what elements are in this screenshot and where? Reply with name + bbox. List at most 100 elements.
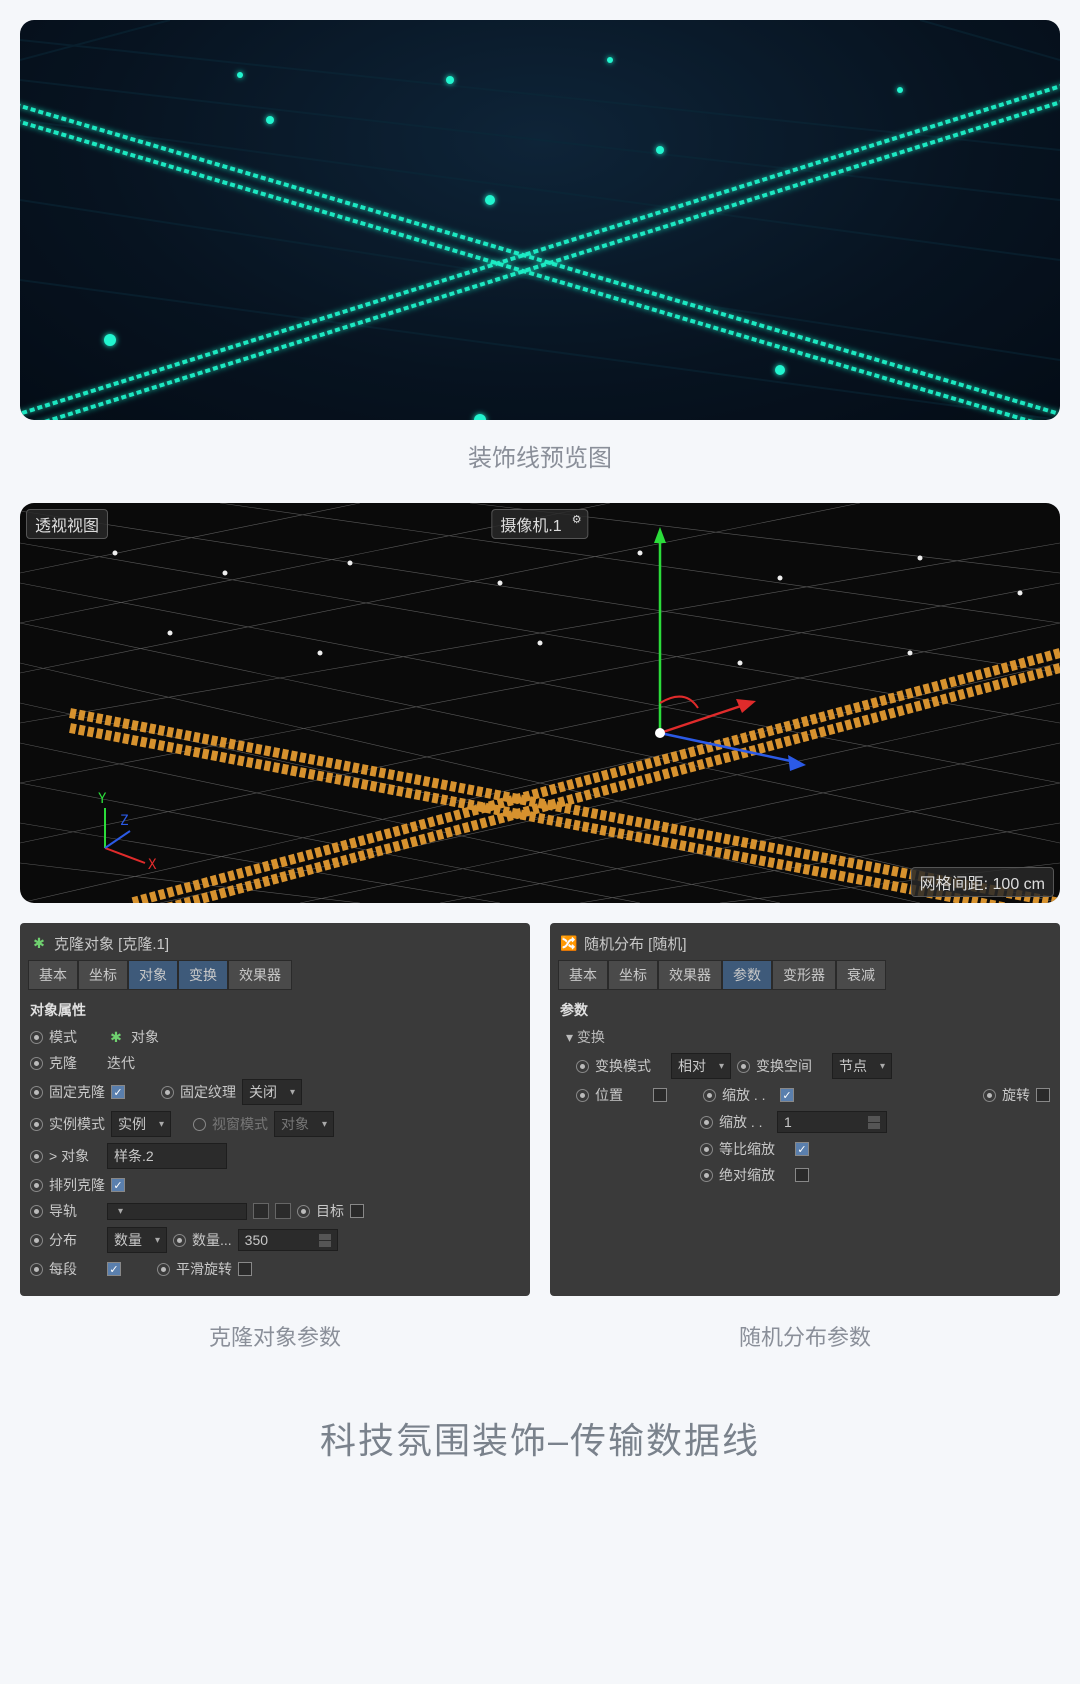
preview-caption: 装饰线预览图 (20, 438, 1060, 473)
count-radio[interactable] (173, 1234, 186, 1247)
position-radio[interactable] (576, 1089, 589, 1102)
scale2-radio[interactable] (700, 1116, 713, 1129)
array-clone-check[interactable] (111, 1178, 125, 1192)
uniform-scale-label: 等比缩放 (719, 1139, 789, 1159)
clone-label: 克隆 (49, 1053, 101, 1073)
scale2-field[interactable]: 1 (777, 1111, 887, 1133)
tab-basic[interactable]: 基本 (28, 960, 78, 990)
rtab-falloff[interactable]: 衰减 (836, 960, 886, 990)
rail-label: 导轨 (49, 1201, 101, 1221)
array-clone-label: 排列克隆 (49, 1175, 105, 1195)
viewport-view-label[interactable]: 透视视图 (26, 509, 108, 539)
random-caption: 随机分布参数 (550, 1296, 1060, 1362)
array-clone-radio[interactable] (30, 1179, 43, 1192)
random-panel: 🔀 随机分布 [随机] 基本 坐标 效果器 参数 变形器 衰减 参数 ▾ 变换 … (550, 923, 1060, 1296)
page-big-title: 科技氛围装饰–传输数据线 (20, 1412, 1060, 1464)
scale2-spinner[interactable] (868, 1116, 880, 1129)
object-label: > 对象 (49, 1146, 101, 1166)
tmode-radio[interactable] (576, 1060, 589, 1073)
property-panels: ✱ 克隆对象 [克隆.1] 基本 坐标 对象 变换 效果器 对象属性 模式 ✱ … (20, 923, 1060, 1296)
view-mode-label: 视窗模式 (212, 1114, 268, 1134)
mode-value[interactable]: 对象 (131, 1027, 159, 1047)
rtab-deformer[interactable]: 变形器 (772, 960, 836, 990)
viewport-svg: Y X Z (20, 503, 1060, 903)
fixed-texture-dropdown[interactable]: 关闭 (242, 1079, 302, 1105)
absolute-scale-radio[interactable] (700, 1169, 713, 1182)
shuffle-icon: 🔀 (560, 935, 578, 953)
tab-coord[interactable]: 坐标 (78, 960, 128, 990)
uniform-scale-check[interactable] (795, 1142, 809, 1156)
fixed-texture-radio[interactable] (161, 1086, 174, 1099)
random-panel-title: 🔀 随机分布 [随机] (558, 929, 1052, 960)
scale-label: 缩放 . . (722, 1085, 774, 1105)
tmode-dropdown[interactable]: 相对 (671, 1053, 731, 1079)
absolute-scale-check[interactable] (795, 1168, 809, 1182)
rotate-check[interactable] (1036, 1088, 1050, 1102)
fixed-clone-check[interactable] (111, 1085, 125, 1099)
viewport-grid-label: 网格间距: 100 cm (911, 867, 1054, 897)
rotate-label: 旋转 (1002, 1085, 1030, 1105)
distribute-label: 分布 (49, 1230, 101, 1250)
count-label: 数量... (192, 1230, 232, 1250)
object-radio[interactable] (30, 1150, 43, 1163)
clone-tabs: 基本 坐标 对象 变换 效果器 (28, 960, 522, 990)
svg-text:Z: Z (120, 813, 128, 829)
viewport-camera-label[interactable]: 摄像机.1 ⚙ (491, 509, 588, 539)
fixed-clone-radio[interactable] (30, 1086, 43, 1099)
rtab-params[interactable]: 参数 (722, 960, 772, 990)
tspace-radio[interactable] (737, 1060, 750, 1073)
scale-check[interactable] (780, 1088, 794, 1102)
count-field[interactable]: 350 (238, 1229, 338, 1251)
tab-transform[interactable]: 变换 (178, 960, 228, 990)
smooth-rotate-check[interactable] (238, 1262, 252, 1276)
panel-captions: 克隆对象参数 随机分布参数 (20, 1296, 1060, 1362)
clone-panel: ✱ 克隆对象 [克隆.1] 基本 坐标 对象 变换 效果器 对象属性 模式 ✱ … (20, 923, 530, 1296)
mode-icon: ✱ (107, 1028, 125, 1046)
count-spinner[interactable] (319, 1234, 331, 1247)
position-check[interactable] (653, 1088, 667, 1102)
tab-object[interactable]: 对象 (128, 960, 178, 990)
rotate-radio[interactable] (983, 1089, 996, 1102)
mode-radio[interactable] (30, 1031, 43, 1044)
fixed-texture-label: 固定纹理 (180, 1082, 236, 1102)
target-check[interactable] (350, 1204, 364, 1218)
uniform-scale-radio[interactable] (700, 1143, 713, 1156)
clone-value[interactable]: 迭代 (107, 1053, 135, 1073)
viewport[interactable]: Y X Z 透视视图 摄像机.1 ⚙ 网格间距: 100 cm (20, 503, 1060, 903)
tab-effector[interactable]: 效果器 (228, 960, 292, 990)
scale-radio[interactable] (703, 1089, 716, 1102)
clone-radio[interactable] (30, 1057, 43, 1070)
perseg-check[interactable] (107, 1262, 121, 1276)
rail-picker-icon[interactable] (253, 1203, 269, 1219)
tspace-dropdown[interactable]: 节点 (832, 1053, 892, 1079)
rtab-effector[interactable]: 效果器 (658, 960, 722, 990)
instance-mode-radio[interactable] (30, 1118, 43, 1131)
rail-clear-icon[interactable] (275, 1203, 291, 1219)
instance-mode-label: 实例模式 (49, 1114, 105, 1134)
rtab-basic[interactable]: 基本 (558, 960, 608, 990)
view-mode-dropdown: 对象 (274, 1111, 334, 1137)
view-mode-radio (193, 1118, 206, 1131)
perseg-radio[interactable] (30, 1263, 43, 1276)
rtab-coord[interactable]: 坐标 (608, 960, 658, 990)
svg-text:X: X (148, 857, 157, 873)
scale2-label: 缩放 . . (719, 1112, 771, 1132)
target-radio[interactable] (297, 1205, 310, 1218)
position-label: 位置 (595, 1085, 647, 1105)
rail-field[interactable] (107, 1203, 247, 1220)
absolute-scale-label: 绝对缩放 (719, 1165, 789, 1185)
random-tabs: 基本 坐标 效果器 参数 变形器 衰减 (558, 960, 1052, 990)
smooth-rotate-radio[interactable] (157, 1263, 170, 1276)
object-field[interactable]: 样条.2 (107, 1143, 227, 1169)
preview-svg (20, 20, 1060, 420)
random-section-header: 参数 (558, 996, 1052, 1024)
preview-render (20, 20, 1060, 420)
rail-radio[interactable] (30, 1205, 43, 1218)
distribute-dropdown[interactable]: 数量 (107, 1227, 167, 1253)
distribute-radio[interactable] (30, 1234, 43, 1247)
clone-section-header: 对象属性 (28, 996, 522, 1024)
perseg-label: 每段 (49, 1259, 101, 1279)
instance-mode-dropdown[interactable]: 实例 (111, 1111, 171, 1137)
camera-settings-icon[interactable]: ⚙ (572, 513, 582, 526)
random-subsection[interactable]: ▾ 变换 (558, 1024, 1052, 1050)
